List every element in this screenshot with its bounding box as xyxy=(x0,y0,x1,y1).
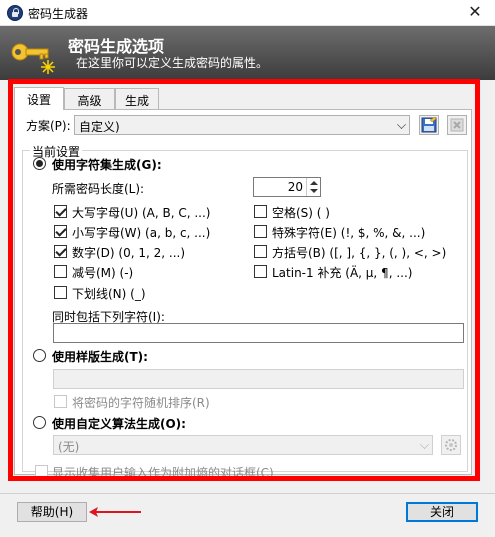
window-title: 密码生成器 xyxy=(28,7,89,21)
close-icon[interactable]: ✕ xyxy=(465,2,485,22)
bottom-separator xyxy=(0,493,495,494)
tab-settings[interactable]: 设置 xyxy=(14,87,64,110)
key-icon xyxy=(11,43,55,74)
red-arrow-icon xyxy=(89,507,141,517)
banner-subtitle: 在这里你可以定义生成密码的属性。 xyxy=(76,56,269,70)
help-button[interactable]: 帮助(H) xyxy=(17,502,87,522)
title-bar: 密码生成器 ✕ xyxy=(0,0,495,26)
header-banner: 密码生成选项 在这里你可以定义生成密码的属性。 xyxy=(0,26,495,80)
close-button[interactable]: 关闭 xyxy=(406,502,478,522)
highlight-frame xyxy=(8,79,480,481)
keepass-lock-icon xyxy=(7,5,23,21)
